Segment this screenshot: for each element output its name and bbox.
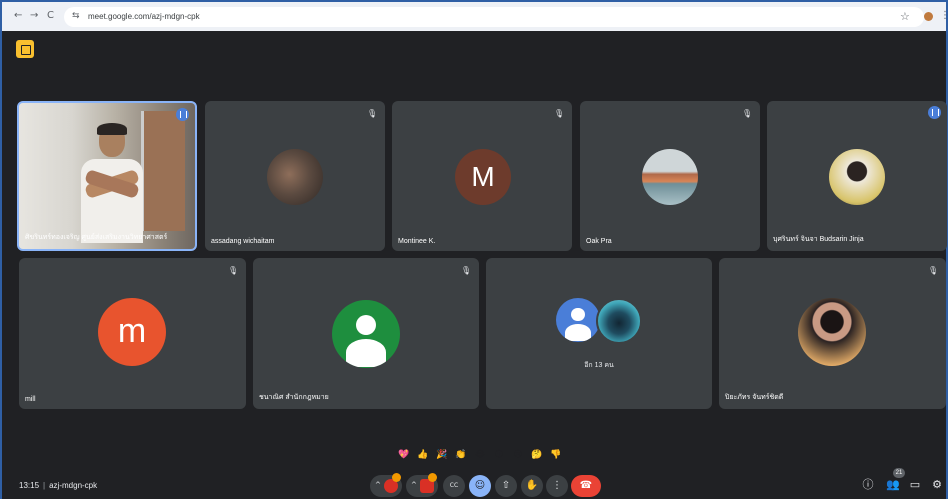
- video-participant: [77, 123, 147, 243]
- reload-icon[interactable]: C: [47, 11, 54, 21]
- profile-avatar[interactable]: [924, 12, 933, 21]
- participant-tile[interactable]: บุศรินทร์ จินจา Budsarin Jinja: [767, 101, 947, 251]
- reaction-thumbs-up-icon[interactable]: 👍: [416, 448, 430, 462]
- meeting-info: 13:15 | azj-mdgn-cpk: [19, 481, 97, 490]
- muted-mic-icon: 🎙: [928, 266, 939, 275]
- bookmark-star-icon[interactable]: ☆: [900, 10, 910, 23]
- site-info-icon[interactable]: ⇆: [72, 11, 80, 21]
- participant-tile[interactable]: 🎙 Oak Pra: [580, 101, 760, 251]
- avatar: [596, 298, 642, 344]
- present-button[interactable]: ⇧: [495, 475, 517, 497]
- separator: |: [43, 481, 46, 490]
- reaction-clap-icon[interactable]: 👏: [454, 448, 468, 462]
- chat-icon[interactable]: ▭: [908, 478, 922, 492]
- participant-tile[interactable]: 🎙 assadang wichaitam: [205, 101, 385, 251]
- participant-name: Oak Pra: [586, 238, 612, 245]
- speaking-indicator-icon: [176, 108, 189, 121]
- browser-menu-icon[interactable]: ⋮: [940, 10, 948, 21]
- participant-name: mill: [25, 396, 36, 403]
- video-door: [141, 111, 185, 231]
- more-participants-tile[interactable]: อีก 13 คน: [486, 258, 712, 409]
- more-vert-icon: ⋮: [552, 480, 562, 491]
- captions-icon: CC: [449, 482, 459, 489]
- participant-tile-self[interactable]: ศิขรินทร์ทองเจริญ ศูนย์ส่งเสริมงานวิทยาศ…: [17, 101, 197, 251]
- reaction-laugh-icon[interactable]: 😂: [473, 448, 487, 462]
- meeting-code: azj-mdgn-cpk: [49, 481, 98, 490]
- reaction-thumbs-down-icon[interactable]: 👎: [549, 448, 563, 462]
- leave-call-button[interactable]: ☎: [571, 475, 601, 497]
- back-arrow-icon[interactable]: ←: [14, 11, 22, 21]
- hand-icon: ✋: [525, 480, 539, 491]
- url-text[interactable]: meet.google.com/azj-mdgn-cpk: [88, 12, 200, 21]
- camera-options-chevron-icon[interactable]: ^: [411, 481, 417, 489]
- emoji-icon: ☺: [474, 480, 486, 491]
- captions-button[interactable]: CC: [443, 475, 465, 497]
- activities-icon[interactable]: ⚙: [930, 478, 944, 492]
- camera-control[interactable]: ^: [406, 473, 438, 497]
- browser-toolbar: ← → C ⇆ meet.google.com/azj-mdgn-cpk ☆ ⋮: [0, 0, 948, 31]
- reaction-thinking-icon[interactable]: 🤔: [530, 448, 544, 462]
- participant-tile[interactable]: 🎙 ชนาณิศ สำนักกฎหมาย: [253, 258, 479, 409]
- muted-mic-icon: 🎙: [554, 109, 565, 118]
- reaction-bar: 💖 👍 🎉 👏 😂 😮 😢 🤔 👎: [393, 445, 569, 465]
- avatar: [829, 149, 885, 205]
- reaction-heart-icon[interactable]: 💖: [397, 448, 411, 462]
- avatar: [798, 298, 866, 366]
- participant-name: ศิขรินทร์ทองเจริญ ศูนย์ส่งเสริมงานวิทยาศ…: [25, 234, 168, 241]
- default-avatar-icon: [332, 300, 400, 368]
- muted-mic-icon: 🎙: [742, 109, 753, 118]
- avatar: [267, 149, 323, 205]
- reaction-party-icon[interactable]: 🎉: [435, 448, 449, 462]
- window-border-left: [0, 31, 2, 499]
- participant-name: บุศรินทร์ จินจา Budsarin Jinja: [773, 236, 864, 243]
- participant-name: ชนาณิศ สำนักกฎหมาย: [259, 394, 329, 401]
- mic-control[interactable]: ^: [370, 473, 402, 497]
- avatar: m: [98, 298, 166, 366]
- meeting-notes-button[interactable]: [16, 40, 34, 58]
- warning-badge: [392, 473, 401, 482]
- present-screen-icon: ⇧: [501, 480, 511, 491]
- mic-options-chevron-icon[interactable]: ^: [375, 481, 381, 489]
- speaking-indicator-icon: [928, 106, 941, 119]
- more-options-button[interactable]: ⋮: [546, 475, 568, 497]
- participant-tile[interactable]: 🎙 M Montinee K.: [392, 101, 572, 251]
- muted-mic-icon: 🎙: [228, 266, 239, 275]
- raise-hand-button[interactable]: ✋: [521, 475, 543, 497]
- people-icon[interactable]: 👥: [886, 478, 900, 492]
- forward-arrow-icon[interactable]: →: [30, 11, 38, 21]
- emoji-button[interactable]: ☺: [469, 475, 491, 497]
- participant-name: Montinee K.: [398, 238, 436, 245]
- participant-tile[interactable]: 🎙 ปิยะภัทร จันทร์ชิดดี: [719, 258, 946, 409]
- more-participants-label: อีก 13 คน: [584, 362, 614, 369]
- muted-mic-icon: 🎙: [461, 266, 472, 275]
- reaction-surprised-icon[interactable]: 😮: [492, 448, 506, 462]
- participant-name: ปิยะภัทร จันทร์ชิดดี: [725, 394, 784, 401]
- avatar: M: [455, 149, 511, 205]
- warning-badge: [428, 473, 437, 482]
- participant-tile[interactable]: 🎙 m mill: [19, 258, 246, 409]
- people-count-badge: 21: [893, 468, 905, 478]
- default-avatar-icon: [556, 298, 600, 342]
- meeting-details-icon[interactable]: ⓘ: [861, 478, 875, 492]
- clock-time: 13:15: [19, 481, 40, 490]
- reaction-sad-icon[interactable]: 😢: [511, 448, 525, 462]
- end-call-icon: ☎: [579, 480, 593, 491]
- muted-mic-icon: 🎙: [367, 109, 378, 118]
- avatar: [642, 149, 698, 205]
- participant-name: assadang wichaitam: [211, 238, 275, 245]
- address-bar[interactable]: ⇆ meet.google.com/azj-mdgn-cpk: [64, 7, 924, 27]
